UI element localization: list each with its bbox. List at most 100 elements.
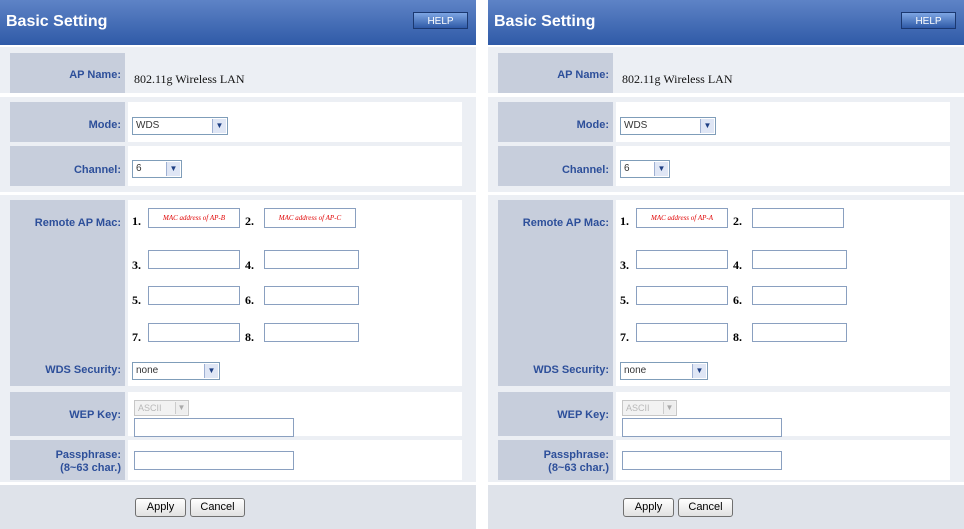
chevron-down-icon: ▼	[700, 119, 714, 133]
mac-field-1[interactable]: MAC address of AP-A	[636, 208, 728, 228]
chevron-down-icon: ▼	[692, 364, 706, 378]
mac-number-6: 6.	[733, 293, 742, 307]
passphrase-label-cell: Passphrase: (8~63 char.)	[498, 440, 613, 480]
ap-name-label: AP Name:	[557, 69, 609, 81]
wep-key-label-cell: WEP Key:	[498, 392, 613, 436]
mode-select[interactable]: WDS ▼	[620, 117, 716, 135]
channel-select[interactable]: 6 ▼	[620, 160, 670, 178]
ap-name-label-cell: AP Name:	[498, 53, 613, 93]
mode-select[interactable]: WDS ▼	[132, 117, 228, 135]
ap-name-label: AP Name:	[69, 69, 121, 81]
passphrase-label-cell: Passphrase: (8~63 char.)	[10, 440, 125, 480]
wep-key-label: WEP Key:	[69, 409, 121, 421]
mac-number-4: 4.	[733, 258, 742, 272]
mac-number-1: 1.	[132, 214, 141, 228]
mode-label-cell: Mode:	[498, 102, 613, 142]
wds-security-label-cell: WDS Security:	[10, 352, 125, 386]
mac-number-2: 2.	[245, 214, 254, 228]
basic-setting-panel-right: Basic Setting HELP AP Name: 802.11g Wire…	[488, 0, 964, 529]
mode-select-value: WDS	[136, 120, 160, 131]
channel-label-cell: Channel:	[10, 146, 125, 186]
channel-select-value: 6	[136, 163, 142, 174]
mac-field-5[interactable]	[636, 286, 728, 305]
chevron-down-icon: ▼	[204, 364, 218, 378]
wds-security-label: WDS Security:	[533, 364, 609, 376]
mac-number-3: 3.	[132, 258, 141, 272]
wds-security-value: none	[136, 365, 159, 376]
wep-key-format-select[interactable]: ASCII ▼	[622, 400, 677, 416]
mac-field-3[interactable]	[148, 250, 240, 269]
apply-button[interactable]: Apply	[135, 498, 186, 517]
ap-name-value: 802.11g Wireless LAN	[622, 72, 733, 86]
channel-select[interactable]: 6 ▼	[132, 160, 182, 178]
ap-name-label-cell: AP Name:	[10, 53, 125, 93]
apply-button[interactable]: Apply	[623, 498, 674, 517]
mac-number-5: 5.	[132, 293, 141, 307]
wds-security-select[interactable]: none ▼	[132, 362, 220, 380]
mac-field-7[interactable]	[148, 323, 240, 342]
mac-number-7: 7.	[620, 330, 629, 344]
mac-number-8: 8.	[245, 330, 254, 344]
mac-number-3: 3.	[620, 258, 629, 272]
mac-field-1[interactable]: MAC address of AP-B	[148, 208, 240, 228]
mac-field-2[interactable]: MAC address of AP-C	[264, 208, 356, 228]
mac-field-3[interactable]	[636, 250, 728, 269]
passphrase-input[interactable]	[134, 451, 294, 470]
wep-key-format-value: ASCII	[626, 403, 650, 413]
passphrase-label: Passphrase: (8~63 char.)	[544, 449, 609, 475]
page-title: Basic Setting	[494, 13, 596, 30]
mac-field-2[interactable]	[752, 208, 844, 228]
mac-number-5: 5.	[620, 293, 629, 307]
basic-setting-panel-left: Basic Setting HELP AP Name: 802.11g Wire…	[0, 0, 476, 529]
passphrase-label-line1: Passphrase:	[55, 449, 121, 461]
mac-field-4[interactable]	[264, 250, 359, 269]
mac-number-8: 8.	[733, 330, 742, 344]
mac-field-7[interactable]	[636, 323, 728, 342]
panel-header: Basic Setting HELP	[488, 0, 964, 45]
wep-key-input[interactable]	[622, 418, 782, 437]
mac-number-6: 6.	[245, 293, 254, 307]
wds-security-select[interactable]: none ▼	[620, 362, 708, 380]
passphrase-input[interactable]	[622, 451, 782, 470]
channel-select-value: 6	[624, 163, 630, 174]
channel-label: Channel:	[73, 164, 121, 176]
channel-label: Channel:	[561, 164, 609, 176]
wds-security-value: none	[624, 365, 647, 376]
page-title: Basic Setting	[6, 13, 108, 30]
mac-number-2: 2.	[733, 214, 742, 228]
mode-label: Mode:	[576, 119, 609, 131]
help-button[interactable]: HELP	[413, 12, 468, 29]
chevron-down-icon: ▼	[166, 162, 180, 176]
wep-key-format-select[interactable]: ASCII ▼	[134, 400, 189, 416]
passphrase-label: Passphrase: (8~63 char.)	[56, 449, 121, 475]
wds-security-label-cell: WDS Security:	[498, 352, 613, 386]
passphrase-label-line2: (8~63 char.)	[548, 462, 609, 474]
passphrase-label-line2: (8~63 char.)	[60, 462, 121, 474]
wds-security-label: WDS Security:	[45, 364, 121, 376]
mac-field-5[interactable]	[148, 286, 240, 305]
chevron-down-icon: ▼	[663, 402, 675, 414]
passphrase-label-line1: Passphrase:	[543, 449, 609, 461]
chevron-down-icon: ▼	[654, 162, 668, 176]
mac-field-4[interactable]	[752, 250, 847, 269]
wep-key-label: WEP Key:	[557, 409, 609, 421]
cancel-button[interactable]: Cancel	[678, 498, 733, 517]
mac-field-6[interactable]	[264, 286, 359, 305]
mac-number-4: 4.	[245, 258, 254, 272]
panel-header: Basic Setting HELP	[0, 0, 476, 45]
mac-number-1: 1.	[620, 214, 629, 228]
remote-ap-mac-label: Remote AP Mac:	[522, 217, 609, 229]
mac-number-7: 7.	[132, 330, 141, 344]
ap-name-value: 802.11g Wireless LAN	[134, 72, 245, 86]
wep-key-input[interactable]	[134, 418, 294, 437]
mac-field-6[interactable]	[752, 286, 847, 305]
channel-label-cell: Channel:	[498, 146, 613, 186]
cancel-button[interactable]: Cancel	[190, 498, 245, 517]
mode-select-value: WDS	[624, 120, 648, 131]
mac-field-8[interactable]	[264, 323, 359, 342]
mac-field-8[interactable]	[752, 323, 847, 342]
help-button[interactable]: HELP	[901, 12, 956, 29]
mode-label: Mode:	[88, 119, 121, 131]
remote-ap-mac-label: Remote AP Mac:	[34, 217, 121, 229]
wep-key-label-cell: WEP Key:	[10, 392, 125, 436]
